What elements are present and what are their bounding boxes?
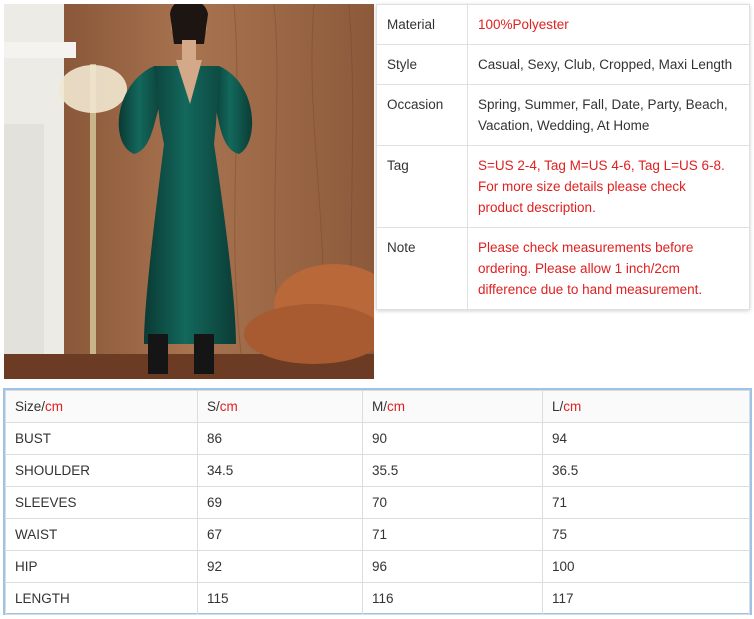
spec-value-line: S=US 2-4, Tag M=US 4-6, Tag L=US 6-8.: [478, 158, 725, 173]
spec-value: Spring, Summer, Fall, Date, Party, Beach…: [467, 84, 750, 146]
spec-label: Note: [376, 227, 468, 310]
cell-s: 69: [197, 486, 363, 519]
spec-row-occasion: Occasion Spring, Summer, Fall, Date, Par…: [376, 84, 750, 146]
table-row: BUST 86 90 94: [5, 422, 750, 455]
cell-s: 92: [197, 550, 363, 583]
spec-label: Style: [376, 44, 468, 85]
measure-name: WAIST: [5, 518, 198, 551]
spec-row-style: Style Casual, Sexy, Club, Cropped, Maxi …: [376, 44, 750, 85]
spec-label: Occasion: [376, 84, 468, 146]
cell-l: 94: [542, 422, 750, 455]
model-dress-illustration: [4, 4, 374, 379]
measure-name: SHOULDER: [5, 454, 198, 487]
header-size: Size/cm: [5, 390, 198, 423]
table-row: WAIST 67 71 75: [5, 518, 750, 551]
spec-row-note: Note Please check measurements before or…: [376, 227, 750, 310]
spec-row-material: Material 100%Polyester: [376, 4, 750, 45]
spec-value: Casual, Sexy, Club, Cropped, Maxi Length: [467, 44, 750, 85]
measure-name: LENGTH: [5, 582, 198, 615]
header-s: S/cm: [197, 390, 363, 423]
spec-row-tag: Tag S=US 2-4, Tag M=US 4-6, Tag L=US 6-8…: [376, 145, 750, 228]
size-table-header: Size/cm S/cm M/cm L/cm: [5, 390, 750, 423]
cell-l: 71: [542, 486, 750, 519]
spec-value-line: Spring, Summer, Fall, Date, Party, Beach…: [478, 97, 728, 112]
spec-label: Material: [376, 4, 468, 45]
header-m: M/cm: [362, 390, 543, 423]
spec-value: Please check measurements before orderin…: [467, 227, 750, 310]
cell-m: 35.5: [362, 454, 543, 487]
product-spec-table: Material 100%Polyester Style Casual, Sex…: [376, 4, 750, 310]
cell-s: 86: [197, 422, 363, 455]
table-row: HIP 92 96 100: [5, 550, 750, 583]
spec-value-line: Vacation, Wedding, At Home: [478, 118, 650, 133]
measure-name: HIP: [5, 550, 198, 583]
cell-s: 67: [197, 518, 363, 551]
cell-m: 90: [362, 422, 543, 455]
spec-value: 100%Polyester: [467, 4, 750, 45]
spec-value: S=US 2-4, Tag M=US 4-6, Tag L=US 6-8. Fo…: [467, 145, 750, 228]
spec-value-line: Please check measurements before: [478, 240, 694, 255]
cell-l: 117: [542, 582, 750, 615]
size-table: Size/cm S/cm M/cm L/cm BUST 86 90 94 SHO…: [5, 390, 750, 615]
header-l: L/cm: [542, 390, 750, 423]
table-row: SHOULDER 34.5 35.5 36.5: [5, 454, 750, 487]
spec-value-line: ordering. Please allow 1 inch/2cm: [478, 261, 680, 276]
spec-value-line: difference due to hand measurement.: [478, 282, 703, 297]
spec-value-line: product description.: [478, 200, 596, 215]
cell-s: 115: [197, 582, 363, 615]
cell-m: 70: [362, 486, 543, 519]
cell-m: 116: [362, 582, 543, 615]
cell-l: 100: [542, 550, 750, 583]
measure-name: BUST: [5, 422, 198, 455]
cell-m: 96: [362, 550, 543, 583]
cell-s: 34.5: [197, 454, 363, 487]
product-photo: [4, 4, 374, 379]
cell-l: 75: [542, 518, 750, 551]
cell-l: 36.5: [542, 454, 750, 487]
table-row: SLEEVES 69 70 71: [5, 486, 750, 519]
cell-m: 71: [362, 518, 543, 551]
spec-value-line: For more size details please check: [478, 179, 686, 194]
measure-name: SLEEVES: [5, 486, 198, 519]
size-chart: Size/cm S/cm M/cm L/cm BUST 86 90 94 SHO…: [3, 388, 752, 615]
table-row: LENGTH 115 116 117: [5, 582, 750, 615]
spec-label: Tag: [376, 145, 468, 228]
